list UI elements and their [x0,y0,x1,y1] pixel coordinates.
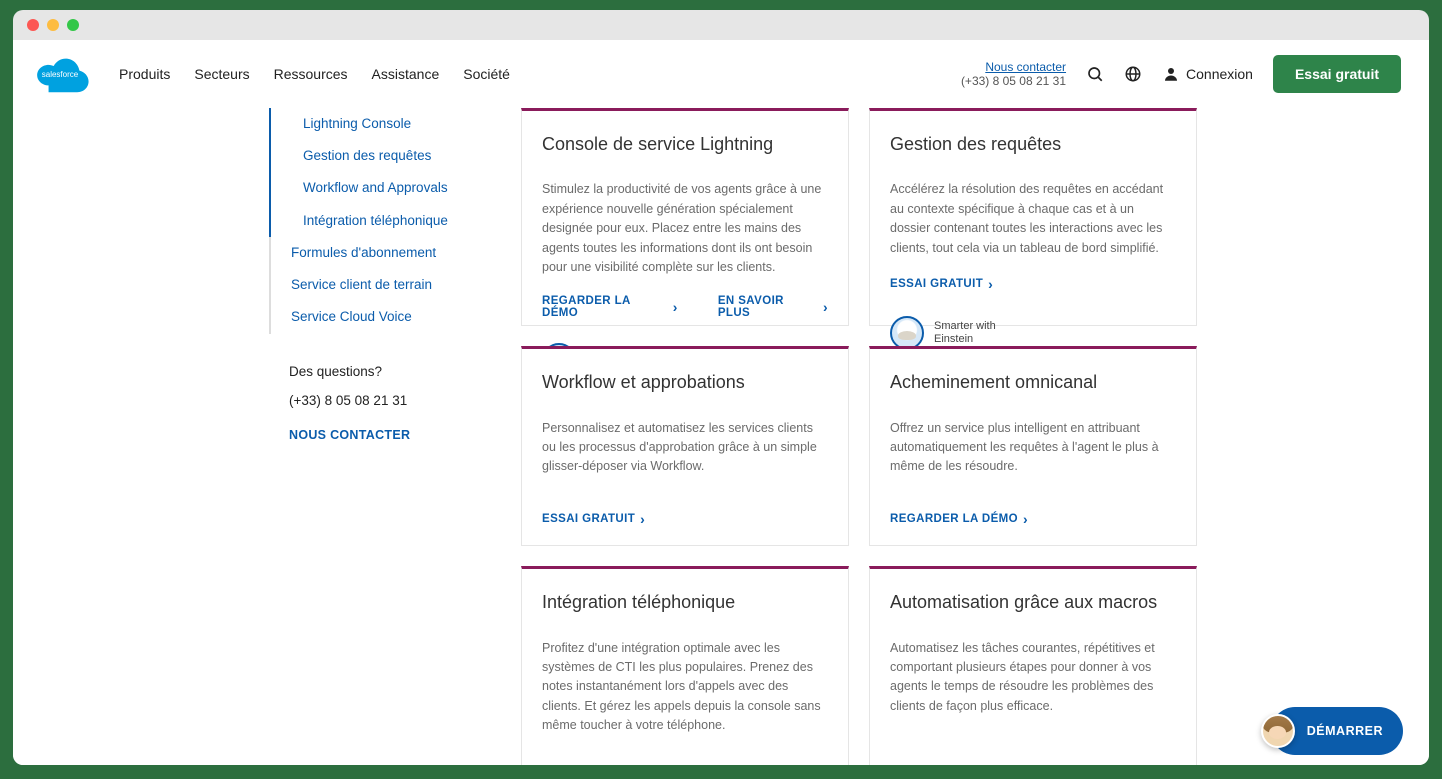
sidebar-item-formules[interactable]: Formules d'abonnement [271,237,511,269]
user-icon [1162,65,1180,83]
card-description: Personnalisez et automatisez les service… [542,419,828,477]
sidebar-contact-cta[interactable]: NOUS CONTACTER [289,428,511,442]
content-main: Console de service Lightning Stimulez la … [511,108,1429,765]
contact-link[interactable]: Nous contacter [961,60,1066,74]
app-window: salesforce Produits Secteurs Ressources … [13,10,1429,765]
nav-produits[interactable]: Produits [119,66,170,82]
card-title: Intégration téléphonique [542,591,828,614]
card-cta[interactable]: ESSAI GRATUIT [890,276,993,292]
card-description: Accélérez la résolution des requêtes en … [890,180,1176,258]
nav-secteurs[interactable]: Secteurs [194,66,249,82]
search-icon[interactable] [1086,65,1104,83]
contact-block: Nous contacter (+33) 8 05 08 21 31 [961,60,1066,88]
card-title: Acheminement omnicanal [890,371,1176,394]
top-header: salesforce Produits Secteurs Ressources … [13,40,1429,108]
feature-card: Console de service Lightning Stimulez la … [521,108,849,326]
sidebar-questions-label: Des questions? [289,364,511,379]
card-cta[interactable]: REGARDER LA DÉMO [890,511,1028,527]
svg-text:salesforce: salesforce [42,70,79,79]
card-title: Workflow et approbations [542,371,828,394]
feature-card: Gestion des requêtes Accélérez la résolut… [869,108,1197,326]
feature-card: Intégration téléphonique Profitez d'une i… [521,566,849,765]
einstein-text: Smarter withEinstein [934,320,996,346]
window-minimize-button[interactable] [47,19,59,31]
globe-icon[interactable] [1124,65,1142,83]
einstein-icon [890,316,924,350]
chat-label: DÉMARRER [1307,724,1383,738]
feature-card: Automatisation grâce aux macros Automatis… [869,566,1197,765]
card-title: Console de service Lightning [542,133,828,156]
card-description: Offrez un service plus intelligent en at… [890,419,1176,477]
sidebar-item-gestion-requetes[interactable]: Gestion des requêtes [269,140,511,172]
feature-card: Workflow et approbations Personnalisez et… [521,346,849,546]
main-nav: Produits Secteurs Ressources Assistance … [119,66,510,82]
window-close-button[interactable] [27,19,39,31]
nav-societe[interactable]: Société [463,66,510,82]
card-description: Stimulez la productivité de vos agents g… [542,180,828,277]
sidebar-item-service-cloud-voice[interactable]: Service Cloud Voice [271,301,511,333]
login-label: Connexion [1186,66,1253,82]
header-phone: (+33) 8 05 08 21 31 [961,74,1066,88]
login-button[interactable]: Connexion [1162,65,1253,83]
nav-ressources[interactable]: Ressources [274,66,348,82]
sidebar-item-workflow-approvals[interactable]: Workflow and Approvals [269,172,511,204]
chat-avatar-icon [1261,714,1295,748]
sidebar-item-lightning-console[interactable]: Lightning Console [269,108,511,140]
card-cta[interactable]: ESSAI GRATUIT [542,511,645,527]
salesforce-logo[interactable]: salesforce [31,54,89,94]
card-description: Automatisez les tâches courantes, répéti… [890,639,1176,717]
chat-widget[interactable]: DÉMARRER [1271,707,1403,755]
sidebar-item-integration-tel[interactable]: Intégration téléphonique [269,205,511,237]
sidebar-phone: (+33) 8 05 08 21 31 [289,393,511,408]
window-maximize-button[interactable] [67,19,79,31]
window-titlebar [13,10,1429,40]
card-title: Gestion des requêtes [890,133,1176,156]
trial-button[interactable]: Essai gratuit [1273,55,1401,93]
sidebar-item-service-terrain[interactable]: Service client de terrain [271,269,511,301]
card-title: Automatisation grâce aux macros [890,591,1176,614]
card-cta[interactable]: REGARDER LA DÉMO [542,295,678,319]
sidebar: Lightning Console Gestion des requêtes W… [255,108,511,765]
feature-card: Acheminement omnicanal Offrez un service … [869,346,1197,546]
card-description: Profitez d'une intégration optimale avec… [542,639,828,736]
einstein-badge: Smarter withEinstein [890,316,1176,350]
card-cta[interactable]: EN SAVOIR PLUS [718,295,828,319]
nav-assistance[interactable]: Assistance [372,66,440,82]
